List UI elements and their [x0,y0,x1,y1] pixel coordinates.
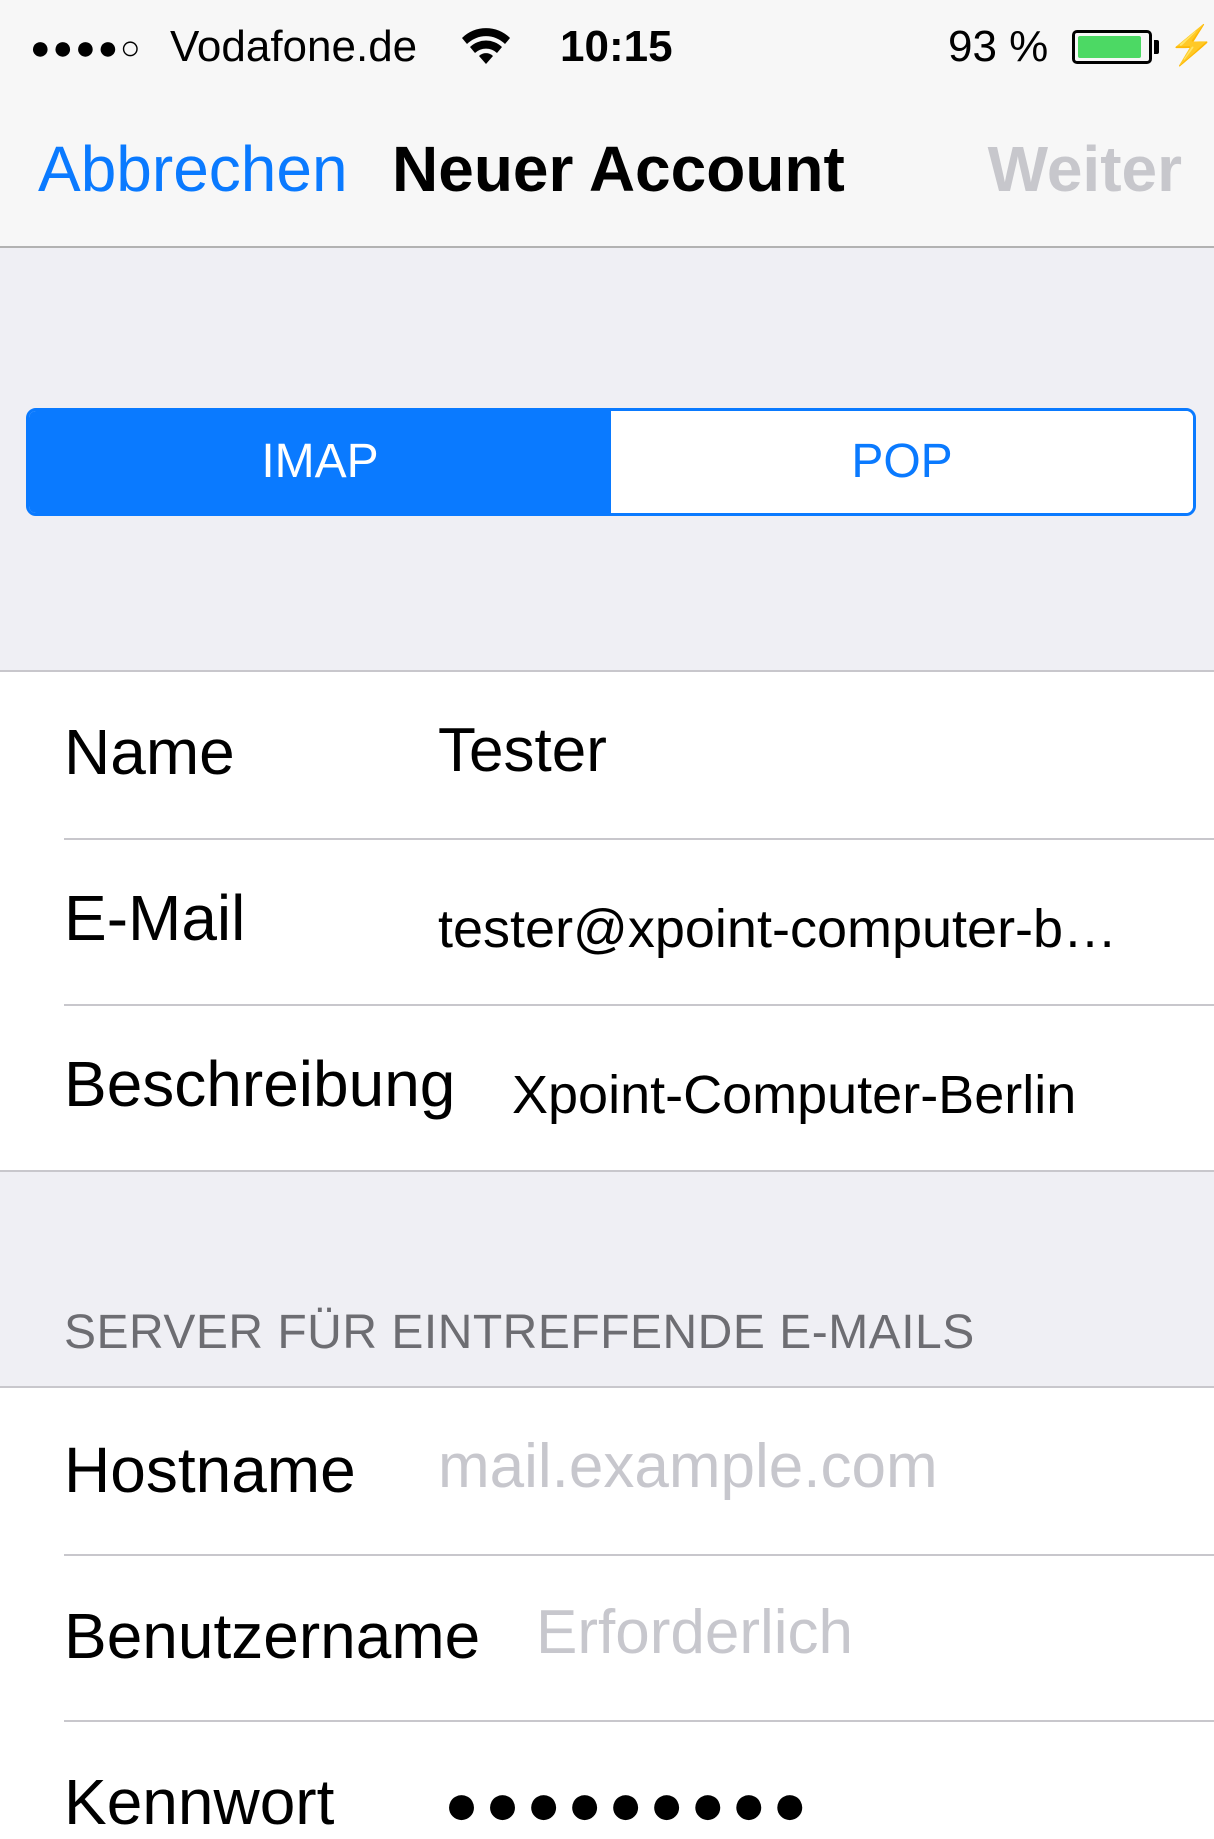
password-row[interactable]: Kennwort ●●●●●●●●● [0,1720,1214,1839]
name-row[interactable]: Name Tester [0,672,1214,838]
navigation-bar: Abbrechen Neuer Account Weiter [0,92,1214,248]
battery-icon [1072,30,1152,64]
password-field[interactable]: ●●●●●●●●● [444,1772,813,1838]
hostname-row[interactable]: Hostname mail.example.com [0,1388,1214,1554]
signal-strength-icon: ●●●●○ [30,29,143,67]
segment-imap[interactable]: IMAP [29,411,611,513]
password-label: Kennwort [64,1766,335,1838]
description-row[interactable]: Beschreibung Xpoint-Computer-Berlin [0,1004,1214,1170]
wifi-icon [462,28,510,64]
account-info-group: Name Tester E-Mail tester@xpoint-compute… [0,670,1214,1172]
status-bar: ●●●●○ Vodafone.de 10:15 93 % ⚡ [0,0,1214,92]
battery-tip [1154,40,1159,54]
carrier-name: Vodafone.de [170,22,418,71]
incoming-server-group: Hostname mail.example.com Benutzername E… [0,1386,1214,1839]
screen: ●●●●○ Vodafone.de 10:15 93 % ⚡ Abbrechen… [0,0,1214,1839]
page-title: Neuer Account [392,133,845,205]
email-field[interactable]: tester@xpoint-computer-b… [438,896,1117,962]
segment-pop[interactable]: POP [611,411,1193,513]
account-type-segmented-control: IMAP POP [26,408,1196,516]
description-label: Beschreibung [64,1048,456,1120]
bolt-icon: ⚡ [1168,25,1214,67]
name-field[interactable]: Tester [438,718,607,784]
incoming-server-header: SERVER FÜR EINTREFFENDE E-MAILS [64,1306,975,1359]
email-row[interactable]: E-Mail tester@xpoint-computer-b… [0,838,1214,1004]
name-label: Name [64,716,235,788]
email-label: E-Mail [64,882,246,954]
username-row[interactable]: Benutzername Erforderlich [0,1554,1214,1720]
description-field[interactable]: Xpoint-Computer-Berlin [512,1062,1076,1128]
cancel-button[interactable]: Abbrechen [38,130,348,208]
username-label: Benutzername [64,1600,481,1672]
status-time: 10:15 [560,22,673,71]
battery-level-fill [1078,36,1141,58]
hostname-input[interactable]: mail.example.com [438,1434,938,1500]
hostname-label: Hostname [64,1434,356,1506]
next-button[interactable]: Weiter [988,130,1182,208]
battery-percentage: 93 % [948,22,1049,71]
username-input[interactable]: Erforderlich [536,1600,853,1666]
